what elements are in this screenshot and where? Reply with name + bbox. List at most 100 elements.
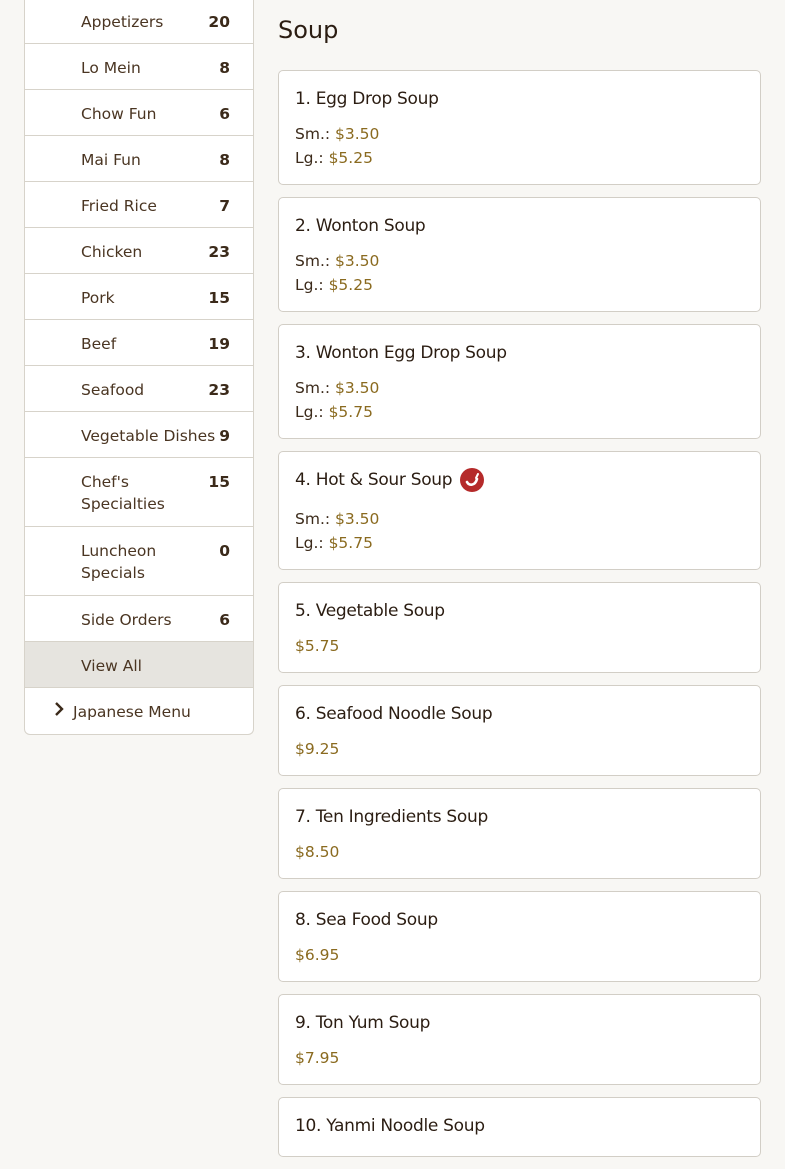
large-label: Lg.:: [295, 276, 324, 294]
large-label: Lg.:: [295, 149, 324, 167]
item-price-line: $8.50: [295, 840, 744, 864]
item-name: 7. Ten Ingredients Soup: [295, 807, 488, 827]
small-price-line: Sm.: $3.50: [295, 376, 744, 400]
item-name: 8. Sea Food Soup: [295, 910, 438, 930]
category-count: 20: [208, 13, 230, 31]
small-label: Sm.:: [295, 252, 331, 270]
sidebar-item-view-all[interactable]: View All: [25, 642, 253, 688]
japanese-menu-link: Japanese Menu: [53, 701, 191, 723]
menu-item-card[interactable]: 7. Ten Ingredients Soup $8.50: [278, 788, 761, 879]
menu-item-card[interactable]: 6. Seafood Noodle Soup $9.25: [278, 685, 761, 776]
category-label: Seafood: [81, 381, 145, 399]
item-price-line: $9.25: [295, 737, 744, 761]
category-label: Chicken: [81, 243, 143, 261]
large-price-line: Lg.: $5.75: [295, 531, 744, 555]
category-label: Mai Fun: [81, 151, 141, 169]
large-price: $5.25: [328, 276, 373, 294]
category-count: 0: [219, 542, 230, 560]
menu-item-card[interactable]: 3. Wonton Egg Drop Soup Sm.: $3.50 Lg.: …: [278, 324, 761, 439]
large-label: Lg.:: [295, 403, 324, 421]
item-price: $5.75: [295, 637, 340, 655]
large-label: Lg.:: [295, 534, 324, 552]
item-name: 4. Hot & Sour Soup: [295, 470, 453, 490]
sidebar-item-vegetable-dishes[interactable]: Vegetable Dishes 9: [25, 412, 253, 458]
sidebar-item-japanese-menu[interactable]: Japanese Menu: [25, 688, 253, 734]
category-count: 23: [208, 381, 230, 399]
item-name: 1. Egg Drop Soup: [295, 89, 439, 109]
item-price: $8.50: [295, 843, 340, 861]
sidebar-item-pork[interactable]: Pork 15: [25, 274, 253, 320]
small-label: Sm.:: [295, 510, 331, 528]
item-name: 9. Ton Yum Soup: [295, 1013, 431, 1033]
spicy-pepper-icon: [460, 468, 485, 492]
category-count: 6: [219, 611, 230, 629]
view-all-label: View All: [81, 657, 142, 675]
section-title: Soup: [278, 16, 339, 44]
large-price: $5.75: [328, 403, 373, 421]
item-name: 6. Seafood Noodle Soup: [295, 704, 493, 724]
sidebar-item-chicken[interactable]: Chicken 23: [25, 228, 253, 274]
menu-item-card[interactable]: 9. Ton Yum Soup $7.95: [278, 994, 761, 1085]
category-sidebar: Appetizers 20 Lo Mein 8 Chow Fun 6 Mai Fun 8…: [24, 0, 254, 735]
small-price: $3.50: [335, 379, 380, 397]
category-label: Pork: [81, 289, 115, 307]
item-name-row: 4. Hot & Sour Soup: [295, 468, 744, 492]
sidebar-item-appetizers[interactable]: Appetizers 20: [25, 0, 253, 44]
small-price-line: Sm.: $3.50: [295, 249, 744, 273]
sidebar-item-chow-fun[interactable]: Chow Fun 6: [25, 90, 253, 136]
category-count: 6: [219, 105, 230, 123]
menu-item-card[interactable]: 10. Yanmi Noodle Soup: [278, 1097, 761, 1157]
category-label: Chow Fun: [81, 105, 157, 123]
menu-item-card[interactable]: 8. Sea Food Soup $6.95: [278, 891, 761, 982]
category-count: 23: [208, 243, 230, 261]
item-price: $9.25: [295, 740, 340, 758]
small-label: Sm.:: [295, 125, 331, 143]
category-label: Beef: [81, 335, 117, 353]
large-price-line: Lg.: $5.25: [295, 273, 744, 297]
category-count: 8: [219, 151, 230, 169]
sidebar-item-beef[interactable]: Beef 19: [25, 320, 253, 366]
sidebar-item-luncheon-specials[interactable]: Luncheon Specials 0: [25, 527, 253, 596]
japanese-menu-label: Japanese Menu: [73, 703, 191, 721]
item-price: $6.95: [295, 946, 340, 964]
large-price: $5.75: [328, 534, 373, 552]
menu-main: Soup 1. Egg Drop Soup Sm.: $3.50 Lg.: $5…: [278, 0, 761, 1169]
category-label: Fried Rice: [81, 197, 157, 215]
category-label: Appetizers: [81, 13, 164, 31]
menu-item-card[interactable]: 2. Wonton Soup Sm.: $3.50 Lg.: $5.25: [278, 197, 761, 312]
category-count: 15: [208, 473, 230, 491]
category-label: Lo Mein: [81, 59, 141, 77]
small-price-line: Sm.: $3.50: [295, 507, 744, 531]
small-price-line: Sm.: $3.50: [295, 122, 744, 146]
category-label: Luncheon Specials: [81, 542, 157, 582]
chevron-right-icon: [53, 701, 69, 723]
sidebar-item-mai-fun[interactable]: Mai Fun 8: [25, 136, 253, 182]
item-price-line: $6.95: [295, 943, 744, 967]
category-count: 15: [208, 289, 230, 307]
menu-item-card[interactable]: 4. Hot & Sour Soup Sm.: $3.50 Lg.: $5.75: [278, 451, 761, 570]
sidebar-item-lo-mein[interactable]: Lo Mein 8: [25, 44, 253, 90]
sidebar-item-seafood[interactable]: Seafood 23: [25, 366, 253, 412]
category-count: 7: [219, 197, 230, 215]
menu-item-card[interactable]: 1. Egg Drop Soup Sm.: $3.50 Lg.: $5.25: [278, 70, 761, 185]
menu-item-card[interactable]: 5. Vegetable Soup $5.75: [278, 582, 761, 673]
item-name: 2. Wonton Soup: [295, 216, 426, 236]
item-name: 5. Vegetable Soup: [295, 601, 445, 621]
large-price-line: Lg.: $5.25: [295, 146, 744, 170]
item-price-line: $7.95: [295, 1046, 744, 1070]
sidebar-item-side-orders[interactable]: Side Orders 6: [25, 596, 253, 642]
small-price: $3.50: [335, 510, 380, 528]
category-count: 9: [219, 427, 230, 445]
sidebar-item-chefs-specialties[interactable]: Chef's Specialties 15: [25, 458, 253, 527]
category-label: Chef's Specialties: [81, 473, 165, 513]
item-price: $7.95: [295, 1049, 340, 1067]
large-price-line: Lg.: $5.75: [295, 400, 744, 424]
large-price: $5.25: [328, 149, 373, 167]
item-name: 3. Wonton Egg Drop Soup: [295, 343, 507, 363]
small-price: $3.50: [335, 125, 380, 143]
item-price-line: $5.75: [295, 634, 744, 658]
category-count: 19: [208, 335, 230, 353]
sidebar-item-fried-rice[interactable]: Fried Rice 7: [25, 182, 253, 228]
category-label: Vegetable Dishes: [81, 427, 216, 445]
small-label: Sm.:: [295, 379, 331, 397]
